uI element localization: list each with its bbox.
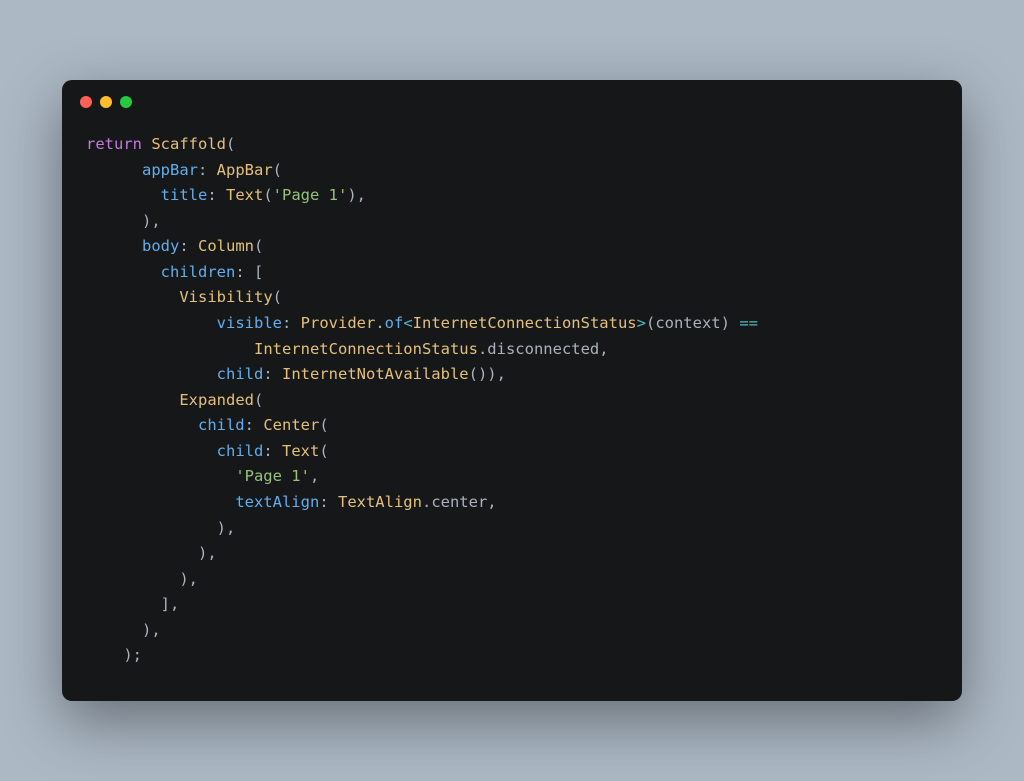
code-token: title	[161, 186, 208, 204]
code-token: ],	[86, 595, 179, 613]
code-token: Expanded	[179, 391, 254, 409]
code-window: return Scaffold( appBar: AppBar( title: …	[62, 80, 962, 701]
code-token: ),	[86, 621, 161, 639]
code-token: :	[245, 416, 264, 434]
code-token: ),	[86, 570, 198, 588]
code-token: Center	[263, 416, 319, 434]
minimize-icon[interactable]	[100, 96, 112, 108]
code-token	[86, 288, 179, 306]
code-token: <	[403, 314, 412, 332]
code-token: (	[263, 186, 272, 204]
code-token: ),	[86, 544, 217, 562]
code-token: ),	[86, 519, 235, 537]
code-token: ),	[86, 212, 161, 230]
code-token: :	[263, 365, 282, 383]
code-token: (	[273, 161, 282, 179]
window-titlebar	[62, 80, 962, 116]
code-token: .disconnected,	[478, 340, 609, 358]
code-token	[86, 467, 235, 485]
code-token: child	[217, 442, 264, 460]
code-token: children	[161, 263, 236, 281]
maximize-icon[interactable]	[120, 96, 132, 108]
code-token: ==	[739, 314, 758, 332]
code-token	[86, 314, 217, 332]
code-token: );	[86, 646, 142, 664]
code-token	[86, 391, 179, 409]
code-token: : [	[235, 263, 263, 281]
code-token: ),	[347, 186, 366, 204]
code-token	[86, 340, 254, 358]
code-token: Scaffold	[151, 135, 226, 153]
code-token	[86, 263, 161, 281]
code-token: >	[637, 314, 646, 332]
code-token: TextAlign	[338, 493, 422, 511]
code-token: .	[375, 314, 384, 332]
code-token: textAlign	[235, 493, 319, 511]
code-token: (context)	[646, 314, 739, 332]
code-token: :	[282, 314, 301, 332]
code-token: :	[198, 161, 217, 179]
code-token	[86, 186, 161, 204]
code-token: 'Page 1'	[235, 467, 310, 485]
code-token: :	[207, 186, 226, 204]
code-token: InternetConnectionStatus	[254, 340, 478, 358]
code-token: :	[263, 442, 282, 460]
code-token: InternetNotAvailable	[282, 365, 469, 383]
code-token	[86, 493, 235, 511]
code-token: of	[385, 314, 404, 332]
close-icon[interactable]	[80, 96, 92, 108]
code-token: Text	[226, 186, 263, 204]
code-token: ()),	[469, 365, 506, 383]
code-token: :	[319, 493, 338, 511]
code-token: AppBar	[217, 161, 273, 179]
code-token: Provider	[301, 314, 376, 332]
code-token: InternetConnectionStatus	[413, 314, 637, 332]
code-token	[86, 237, 142, 255]
code-token	[86, 442, 217, 460]
code-token: Column	[198, 237, 254, 255]
code-token: (	[254, 237, 263, 255]
code-token: visible	[217, 314, 282, 332]
code-token: return	[86, 135, 142, 153]
code-token: child	[217, 365, 264, 383]
code-token: .center,	[422, 493, 497, 511]
code-token: appBar	[142, 161, 198, 179]
code-token: child	[198, 416, 245, 434]
code-token: :	[179, 237, 198, 255]
code-token	[86, 416, 198, 434]
code-token: 'Page 1'	[273, 186, 348, 204]
code-token: (	[273, 288, 282, 306]
code-token	[86, 365, 217, 383]
code-token: (	[226, 135, 235, 153]
code-token: (	[254, 391, 263, 409]
code-token: Text	[282, 442, 319, 460]
code-token	[86, 161, 142, 179]
code-token: Visibility	[179, 288, 272, 306]
code-token	[142, 135, 151, 153]
code-token: body	[142, 237, 179, 255]
code-content: return Scaffold( appBar: AppBar( title: …	[62, 116, 962, 701]
code-token: (	[319, 442, 328, 460]
code-token: (	[319, 416, 328, 434]
code-token: ,	[310, 467, 319, 485]
